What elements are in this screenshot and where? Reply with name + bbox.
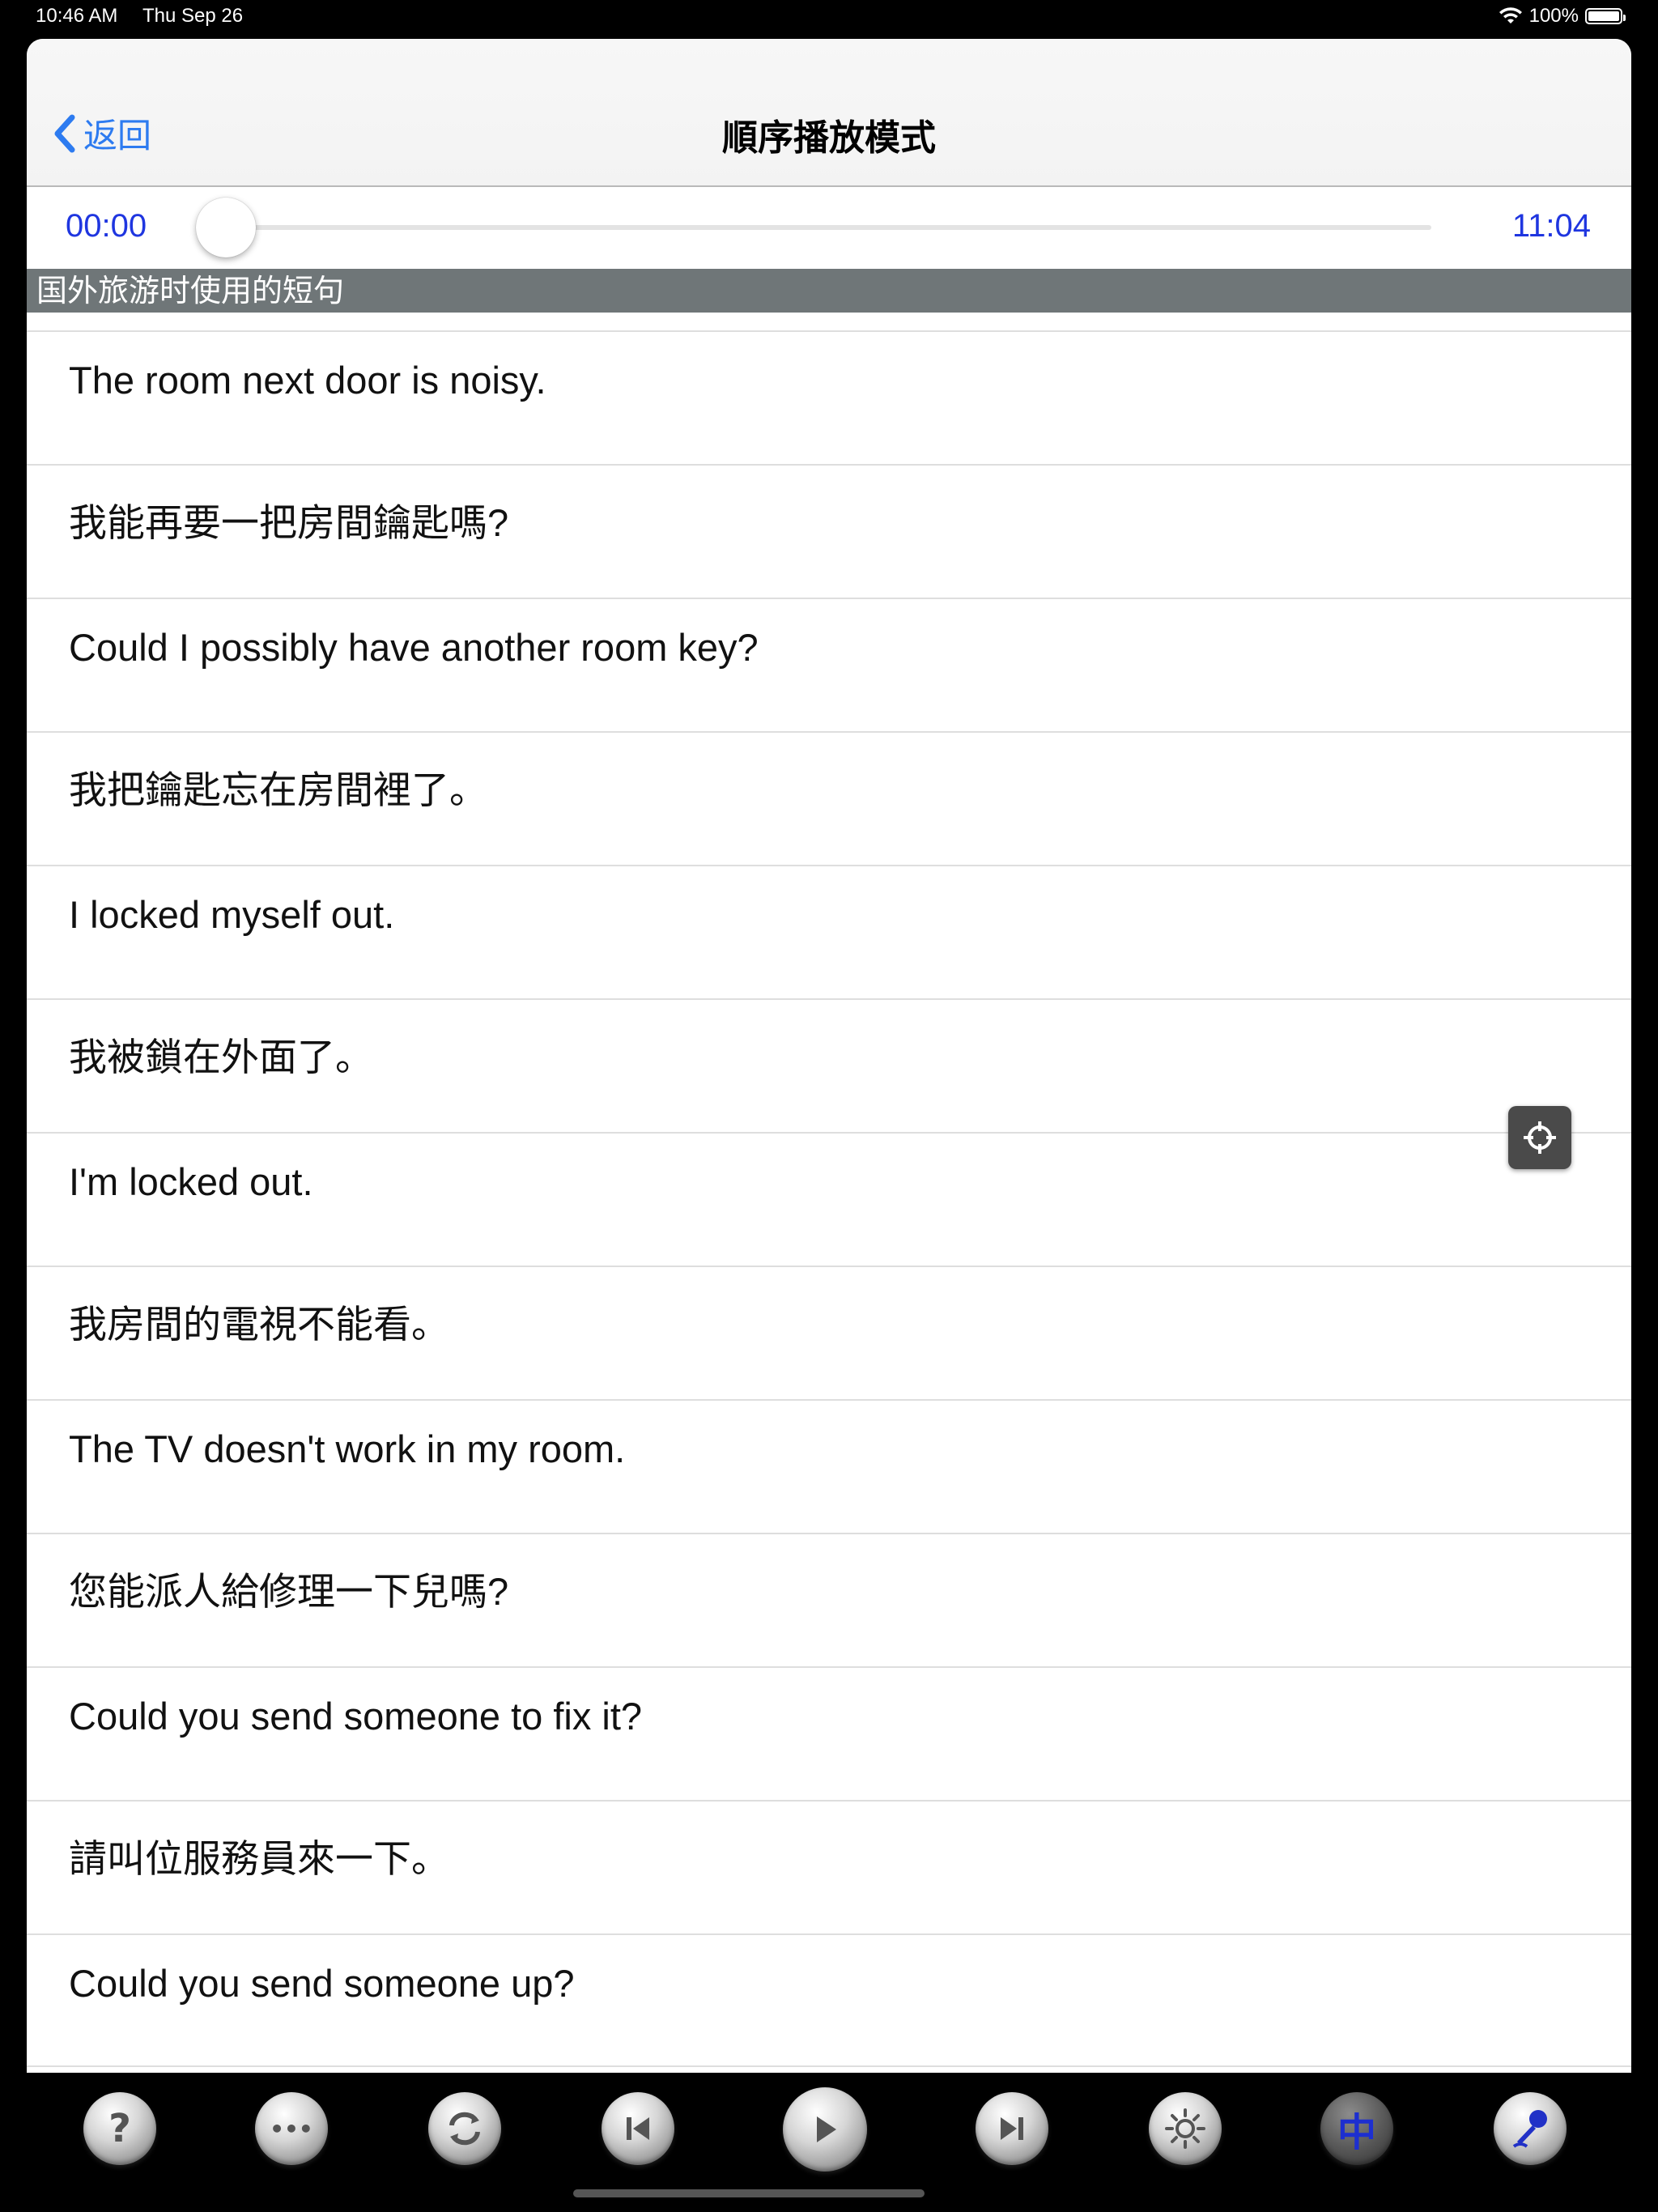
list-item-text: The room next door is noisy. xyxy=(69,359,546,402)
repeat-button[interactable] xyxy=(428,2092,501,2165)
progress-knob[interactable] xyxy=(196,198,256,257)
elapsed-time: 00:00 xyxy=(66,208,147,244)
brightness-icon xyxy=(1165,2108,1205,2149)
microphone-icon xyxy=(1512,2110,1547,2148)
more-icon: ••• xyxy=(270,2115,313,2142)
list-item-text: Could you send someone up? xyxy=(69,1962,575,2005)
brightness-button[interactable] xyxy=(1149,2092,1222,2165)
previous-button[interactable] xyxy=(602,2092,674,2165)
status-date: Thu Sep 26 xyxy=(142,5,244,27)
app-window: 返回 順序播放模式 00:00 11:04 国外旅游时使用的短句 The roo… xyxy=(27,39,1631,2073)
list-item[interactable]: I'm locked out. xyxy=(27,1132,1631,1266)
list-item-text: 我能再要一把房間鑰匙嗎? xyxy=(69,501,509,544)
language-toggle-button[interactable]: 中 xyxy=(1320,2092,1393,2165)
list-item[interactable]: 我能再要一把房間鑰匙嗎? xyxy=(27,464,1631,598)
help-icon: ? xyxy=(108,2106,131,2151)
list-item-text: 我房間的電視不能看。 xyxy=(69,1303,449,1346)
wifi-icon xyxy=(1499,7,1522,23)
previous-icon xyxy=(627,2117,649,2140)
list-item[interactable]: The TV doesn't work in my room. xyxy=(27,1399,1631,1533)
list-item[interactable]: I locked myself out. xyxy=(27,865,1631,998)
list-item[interactable]: The room next door is noisy. xyxy=(27,330,1631,464)
list-item[interactable]: 我被鎖在外面了。 xyxy=(27,998,1631,1132)
repeat-icon xyxy=(449,2112,480,2146)
list-item[interactable]: 請叫位服務員來一下。 xyxy=(27,1800,1631,1933)
status-right: 100% xyxy=(1499,5,1626,28)
list-item[interactable]: 我把鑰匙忘在房間裡了。 xyxy=(27,731,1631,865)
status-time: 10:46 AM xyxy=(36,5,118,27)
next-icon xyxy=(1001,2117,1023,2140)
list-item[interactable]: 我房間的電視不能看。 xyxy=(27,1266,1631,1399)
locate-current-button[interactable] xyxy=(1508,1106,1571,1169)
list-item-text: I locked myself out. xyxy=(69,893,395,936)
list-item[interactable]: Could you send someone to fix it? xyxy=(27,1666,1631,1800)
list-item-text: Could you send someone to fix it? xyxy=(69,1695,643,1738)
record-button[interactable] xyxy=(1494,2092,1567,2165)
next-button[interactable] xyxy=(976,2092,1048,2165)
sentence-list: The room next door is noisy. 我能再要一把房間鑰匙嗎… xyxy=(27,330,1631,2067)
section-header: 国外旅游时使用的短句 xyxy=(27,269,1631,313)
list-item-text: 請叫位服務員來一下。 xyxy=(69,1837,449,1880)
list-item-text: 我把鑰匙忘在房間裡了。 xyxy=(69,768,487,811)
page-title: 順序播放模式 xyxy=(722,117,936,159)
crosshair-icon xyxy=(1524,1121,1556,1154)
list-item-text: 您能派人給修理一下兒嗎? xyxy=(69,1570,509,1613)
list-item[interactable]: Could you send someone up? xyxy=(27,1933,1631,2067)
list-item-text: Could I possibly have another room key? xyxy=(69,626,759,669)
list-item[interactable]: Could I possibly have another room key? xyxy=(27,598,1631,731)
chinese-icon: 中 xyxy=(1337,2110,1376,2155)
navigation-bar: 返回 順序播放模式 xyxy=(27,39,1631,187)
help-button[interactable]: ? xyxy=(83,2092,156,2165)
list-item-text: The TV doesn't work in my room. xyxy=(69,1427,626,1470)
status-bar: 10:46 AM Thu Sep 26 100% xyxy=(0,0,1658,36)
battery-icon xyxy=(1585,8,1626,24)
play-icon xyxy=(817,2116,836,2142)
list-item[interactable]: 您能派人給修理一下兒嗎? xyxy=(27,1533,1631,1666)
list-item-text: I'm locked out. xyxy=(69,1160,313,1203)
play-button[interactable] xyxy=(783,2087,867,2172)
progress-track[interactable] xyxy=(199,225,1431,230)
total-time: 11:04 xyxy=(1511,208,1591,244)
battery-percent: 100% xyxy=(1528,5,1579,27)
more-button[interactable]: ••• xyxy=(255,2092,328,2165)
home-indicator[interactable] xyxy=(573,2189,925,2197)
list-item-text: 我被鎖在外面了。 xyxy=(69,1036,373,1078)
